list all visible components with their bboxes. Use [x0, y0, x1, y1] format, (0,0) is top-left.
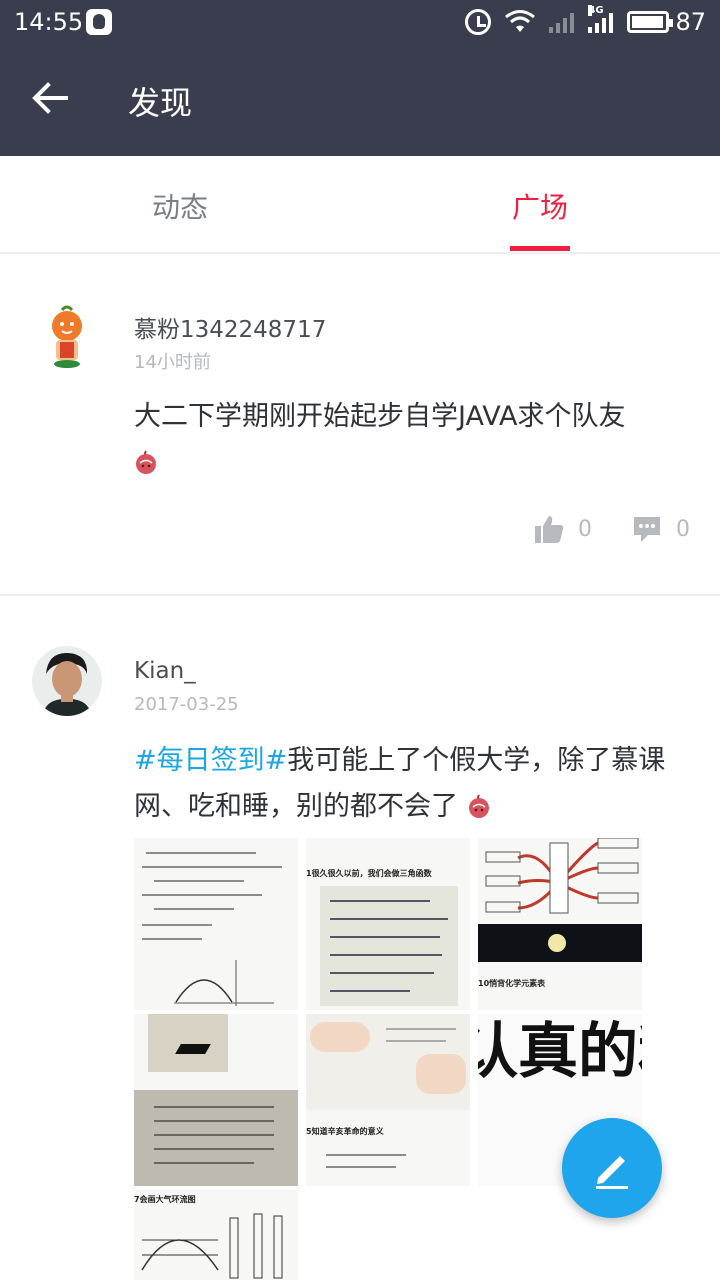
post-content: #每日签到#我可能上了个假大学，除了慕课网、吃和睡，别的都不会了: [134, 738, 690, 830]
comment-icon: [634, 517, 660, 542]
onion-emoji-icon: [468, 794, 489, 818]
avatar[interactable]: [32, 646, 102, 716]
username[interactable]: Kian_: [134, 658, 196, 684]
post-image[interactable]: [134, 838, 298, 1010]
tab-dynamic[interactable]: 动态: [100, 186, 260, 226]
tab-bar: 动态 广场: [0, 156, 720, 254]
hashtag-link[interactable]: #每日签到#: [134, 745, 287, 776]
battery-percentage: 87: [675, 8, 706, 36]
status-time: 14:55: [14, 8, 84, 36]
arrow-left-icon: [32, 82, 68, 114]
username[interactable]: 慕粉1342248717: [134, 310, 326, 344]
tab-square[interactable]: 广场: [460, 186, 620, 226]
back-button[interactable]: [30, 78, 82, 122]
status-bar: 14:55 4G 87: [0, 0, 720, 44]
thumbs-up-icon: [535, 516, 564, 543]
signal-sim2-icon: 4G: [588, 5, 614, 33]
battery-icon: [627, 11, 674, 33]
onion-emoji-icon: [136, 450, 156, 474]
like-button[interactable]: 0: [534, 514, 592, 544]
qq-notification-icon: [86, 9, 112, 35]
alarm-icon: [465, 9, 492, 35]
post-content: 大二下学期刚开始起步自学JAVA求个队友: [134, 394, 690, 486]
signal-sim1-icon: [549, 11, 575, 33]
wifi-icon: [505, 10, 536, 32]
post-time: 14小时前: [134, 352, 211, 373]
comment-button[interactable]: 0: [632, 514, 690, 544]
network-type: 4G: [588, 5, 604, 16]
app-bar: 发现: [0, 44, 720, 156]
post-actions: 0 0: [534, 514, 690, 544]
compose-button[interactable]: [562, 1118, 662, 1218]
post-time: 2017-03-25: [134, 694, 239, 715]
image-grid: 1很久很久以前，我们会做三角函数 10悄背化学元素表 5知道辛亥革命的意义 认真…: [134, 838, 642, 1280]
post-image[interactable]: [134, 1014, 298, 1186]
page-title: 发现: [128, 84, 193, 122]
active-tab-indicator: [510, 246, 570, 251]
post-image[interactable]: 5知道辛亥革命的意义: [306, 1014, 470, 1186]
comment-count: 0: [676, 516, 690, 542]
post-image[interactable]: 1很久很久以前，我们会做三角函数: [306, 838, 470, 1010]
post-image[interactable]: 7会画大气环流图: [134, 1190, 298, 1280]
post-text: 大二下学期刚开始起步自学JAVA求个队友: [134, 401, 626, 432]
post-card[interactable]: 慕粉1342248717 14小时前 大二下学期刚开始起步自学JAVA求个队友 …: [0, 256, 720, 596]
post-image[interactable]: 10悄背化学元素表: [478, 838, 642, 1010]
like-count: 0: [578, 516, 592, 542]
pencil-icon: [596, 1156, 628, 1189]
avatar[interactable]: [32, 302, 102, 372]
